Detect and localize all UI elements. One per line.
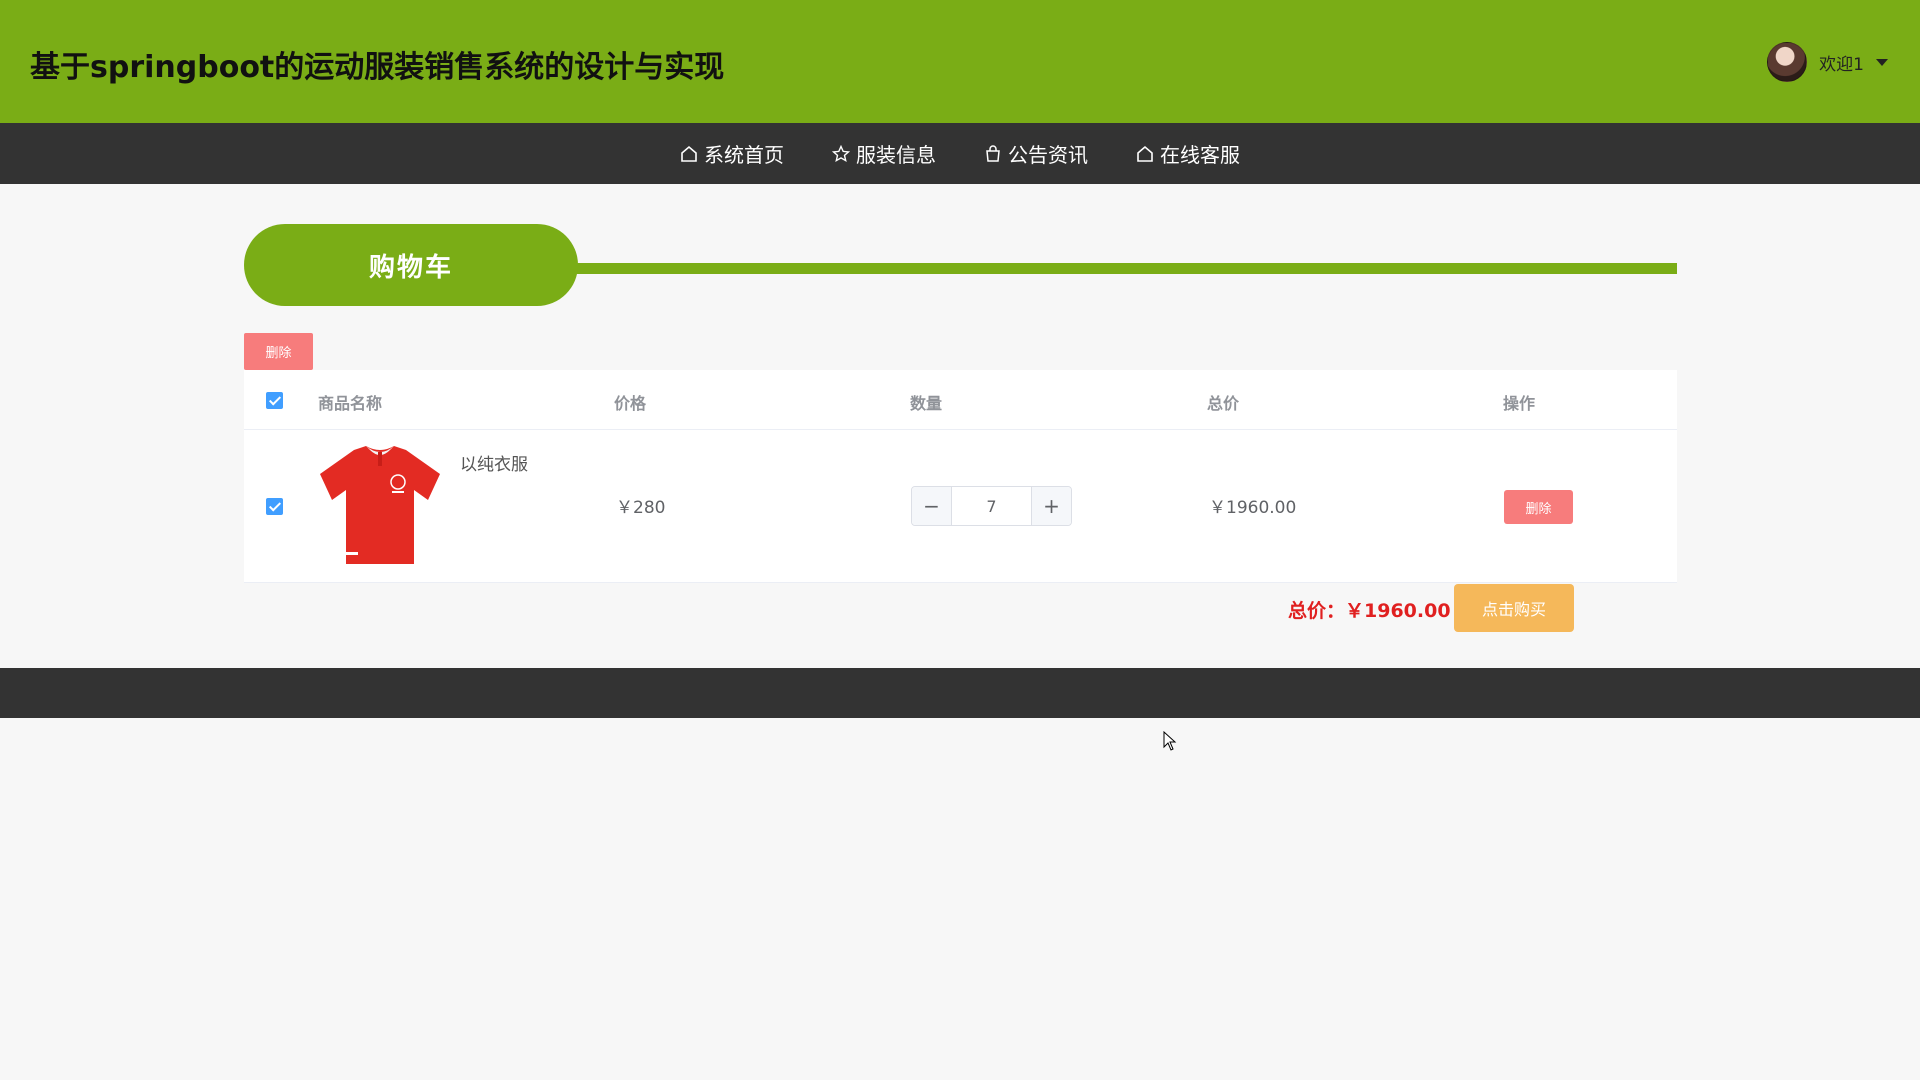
nav-item-label: 在线客服 xyxy=(1160,143,1240,167)
home-icon xyxy=(681,145,697,162)
user-avatar[interactable] xyxy=(1767,42,1808,82)
product-image[interactable] xyxy=(316,444,444,568)
nav-item-label: 系统首页 xyxy=(704,143,784,167)
column-header-name: 商品名称 xyxy=(318,394,383,413)
column-header-quantity: 数量 xyxy=(910,394,943,413)
user-greeting[interactable]: 欢迎1 xyxy=(1819,50,1864,75)
caret-down-icon[interactable] xyxy=(1876,58,1888,66)
nav-item-label: 服装信息 xyxy=(856,143,936,167)
quantity-input[interactable] xyxy=(952,487,1031,525)
cart-total: 总价：￥1960.00 xyxy=(1288,600,1451,622)
main-nav: 系统首页 服装信息 公告资讯 在线客服 xyxy=(0,123,1920,184)
decrease-quantity-button[interactable]: − xyxy=(912,487,952,525)
table-header: 商品名称 价格 数量 总价 操作 xyxy=(244,370,1677,430)
increase-quantity-button[interactable]: + xyxy=(1031,487,1071,525)
nav-item-label: 公告资讯 xyxy=(1008,143,1088,167)
nav-item-support[interactable]: 在线客服 xyxy=(1136,139,1240,168)
column-header-price: 价格 xyxy=(614,394,647,413)
table-row: 以纯衣服 ￥280 − + ￥1960.00 删除 xyxy=(244,430,1677,583)
site-header: 基于springboot的运动服装销售系统的设计与实现 欢迎1 xyxy=(0,0,1920,123)
buy-button[interactable]: 点击购买 xyxy=(1454,584,1574,632)
select-all-checkbox[interactable] xyxy=(266,392,283,409)
product-price: ￥280 xyxy=(616,498,666,518)
page-footer xyxy=(0,668,1920,718)
section-title: 购物车 xyxy=(244,224,578,306)
nav-item-clothing[interactable]: 服装信息 xyxy=(832,139,936,168)
user-menu[interactable]: 欢迎1 xyxy=(1767,40,1888,84)
quantity-stepper[interactable]: − + xyxy=(911,486,1072,526)
product-name: 以纯衣服 xyxy=(460,455,528,475)
row-total-price: ￥1960.00 xyxy=(1209,498,1297,518)
nav-item-news[interactable]: 公告资讯 xyxy=(984,139,1088,168)
home-icon xyxy=(1137,145,1153,162)
section-divider xyxy=(544,263,1677,274)
row-checkbox[interactable] xyxy=(266,498,283,515)
star-icon xyxy=(832,144,850,162)
site-title: 基于springboot的运动服装销售系统的设计与实现 xyxy=(30,50,725,85)
row-delete-button[interactable]: 删除 xyxy=(1504,490,1573,524)
column-header-action: 操作 xyxy=(1503,394,1536,413)
bulk-delete-button[interactable]: 删除 xyxy=(244,333,313,370)
nav-item-home[interactable]: 系统首页 xyxy=(680,139,784,168)
mouse-pointer-icon xyxy=(1163,731,1177,751)
section-header: 购物车 xyxy=(244,224,1677,306)
bag-icon xyxy=(986,144,1000,162)
column-header-total: 总价 xyxy=(1207,394,1240,413)
cart-table: 商品名称 价格 数量 总价 操作 以纯衣服 ￥280 − + ￥1960.00 … xyxy=(244,370,1677,583)
